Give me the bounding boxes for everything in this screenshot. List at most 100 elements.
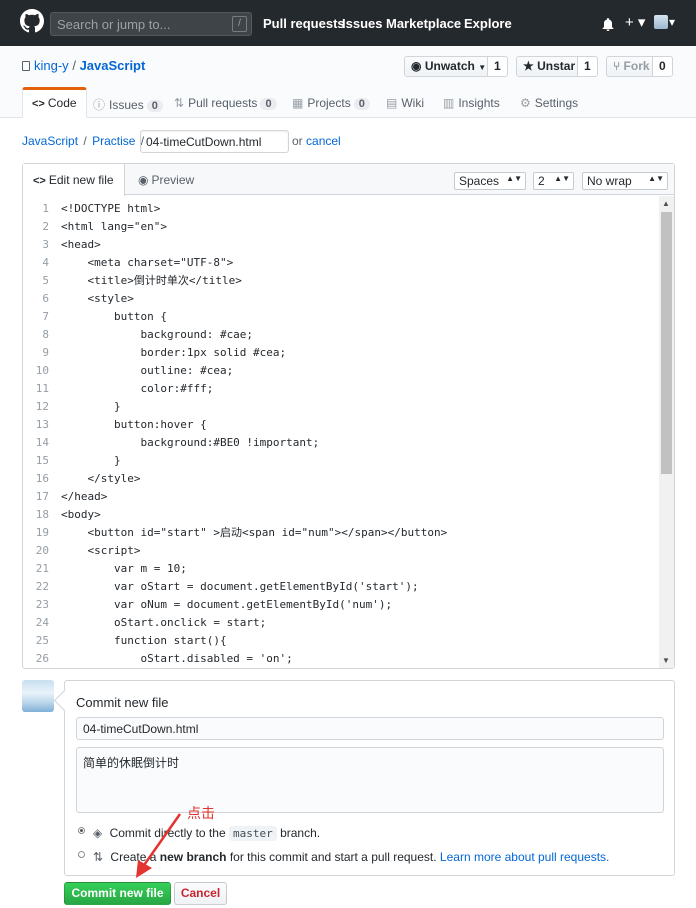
code-line[interactable]: <meta charset="UTF-8"> bbox=[61, 254, 447, 272]
nav-marketplace[interactable]: Marketplace bbox=[386, 16, 461, 31]
watchers-count[interactable]: 1 bbox=[487, 56, 508, 77]
code-line[interactable]: color:#fff; bbox=[61, 380, 447, 398]
code-line[interactable]: <body> bbox=[61, 506, 447, 524]
or-cancel: or cancel bbox=[292, 134, 341, 148]
code-line[interactable]: button { bbox=[61, 308, 447, 326]
learn-more-pull-requests-link[interactable]: Learn more about pull requests. bbox=[440, 850, 609, 864]
code-line[interactable]: </head> bbox=[61, 488, 447, 506]
code-line[interactable]: <title>倒计时单次</title> bbox=[61, 272, 447, 290]
code-line[interactable]: outline: #cea; bbox=[61, 362, 447, 380]
line-number: 25 bbox=[35, 634, 49, 647]
code-line[interactable]: var oStart = document.getElementById('st… bbox=[61, 578, 447, 596]
github-logo-icon[interactable] bbox=[20, 9, 44, 33]
code-line[interactable]: } bbox=[61, 452, 447, 470]
tab-edit-new-file[interactable]: <> Edit new file bbox=[23, 164, 125, 196]
wrap-mode-select[interactable]: No wrap ▲▼ bbox=[582, 172, 668, 190]
code-line[interactable]: <head> bbox=[61, 236, 447, 254]
fork-button[interactable]: ⑂ Fork bbox=[606, 56, 657, 77]
tab-wiki[interactable]: ▤ Wiki bbox=[386, 87, 424, 118]
code-line[interactable]: <style> bbox=[61, 290, 447, 308]
line-number: 5 bbox=[42, 274, 49, 287]
search-input[interactable]: Search or jump to... / bbox=[50, 12, 252, 36]
notifications-bell-icon[interactable] bbox=[602, 18, 614, 31]
star-icon: ★ bbox=[523, 59, 534, 73]
tab-projects-label: Projects bbox=[307, 96, 351, 110]
repo-owner-link[interactable]: king-y bbox=[34, 58, 69, 73]
file-editor: <> Edit new file ◉ Preview Spaces ▲▼ 2 ▲▼ No… bbox=[22, 163, 675, 669]
tab-issues-label: Issues bbox=[109, 98, 144, 112]
code-area[interactable]: 1 2 3 4 5 6 7 8 9 10 11 12 13 14 15 16 17 18 19 20 21 22 23 24 2… bbox=[23, 196, 674, 668]
line-number-gutter: 1 2 3 4 5 6 7 8 9 10 11 12 13 14 15 16 17 18 19 20 21 22 23 24 2… bbox=[23, 200, 49, 668]
code-line[interactable]: background:#BE0 !important; bbox=[61, 434, 447, 452]
code-line[interactable]: background: #cae; bbox=[61, 326, 447, 344]
tab-insights-label: Insights bbox=[458, 96, 500, 110]
code-line[interactable]: <!DOCTYPE html> bbox=[61, 200, 447, 218]
scroll-up-icon[interactable]: ▲ bbox=[662, 199, 670, 208]
fork-icon: ⑂ bbox=[613, 59, 621, 73]
nav-explore[interactable]: Explore bbox=[464, 16, 512, 31]
repo-book-icon bbox=[22, 61, 30, 71]
editor-vertical-scrollbar[interactable]: ▲ ▼ bbox=[659, 196, 674, 668]
edit-tab-label: Edit new file bbox=[48, 173, 114, 187]
tab-projects[interactable]: ▦ Projects 0 bbox=[292, 87, 370, 118]
breadcrumb-repo-link[interactable]: JavaScript bbox=[22, 134, 78, 148]
code-line[interactable]: oStart.disabled = 'on'; bbox=[61, 650, 447, 668]
code-lines[interactable]: <!DOCTYPE html> <html lang="en"> <head> <m… bbox=[61, 200, 447, 668]
line-number: 23 bbox=[35, 598, 49, 611]
user-menu-caret-icon[interactable]: ▾ bbox=[669, 15, 675, 29]
tab-insights[interactable]: ▥ Insights bbox=[443, 87, 500, 118]
nav-pull-requests[interactable]: Pull requests bbox=[263, 16, 345, 31]
projects-counter: 0 bbox=[353, 98, 370, 110]
indent-mode-select[interactable]: Spaces ▲▼ bbox=[454, 172, 526, 190]
code-line[interactable]: <button id="start" >启动<span id="num"></s… bbox=[61, 524, 447, 542]
line-number: 18 bbox=[35, 508, 49, 521]
unstar-button[interactable]: ★ Unstar bbox=[516, 56, 583, 77]
select-arrows-icon: ▲▼ bbox=[506, 174, 522, 183]
line-number: 11 bbox=[35, 382, 49, 395]
select-arrows-icon: ▲▼ bbox=[554, 174, 570, 183]
code-line[interactable]: </style> bbox=[61, 470, 447, 488]
unwatch-button[interactable]: ◉ Unwatch ▼ bbox=[404, 56, 494, 77]
filename-input[interactable]: 04-timeCutDown.html bbox=[140, 130, 289, 153]
commit-directly-radio[interactable] bbox=[78, 827, 85, 834]
line-number: 7 bbox=[42, 310, 49, 323]
new-branch-radio[interactable] bbox=[78, 851, 85, 858]
cancel-link[interactable]: cancel bbox=[306, 134, 341, 148]
tab-issues[interactable]: ⓘ Issues 0 bbox=[93, 87, 163, 118]
repo-title: king-y / JavaScript bbox=[22, 58, 145, 73]
tab-code[interactable]: <> Code bbox=[22, 87, 87, 118]
code-line[interactable]: function start(){ bbox=[61, 632, 447, 650]
line-number: 2 bbox=[42, 220, 49, 233]
cancel-button[interactable]: Cancel bbox=[174, 882, 227, 905]
tab-preview[interactable]: ◉ Preview bbox=[128, 164, 204, 195]
scroll-down-icon[interactable]: ▼ bbox=[662, 656, 670, 665]
breadcrumb-folder-link[interactable]: Practise bbox=[92, 134, 135, 148]
tab-pulls-label: Pull requests bbox=[188, 96, 258, 110]
line-number: 6 bbox=[42, 292, 49, 305]
commit-summary-input[interactable]: 04-timeCutDown.html bbox=[76, 717, 664, 740]
code-line[interactable]: <html lang="en"> bbox=[61, 218, 447, 236]
forks-count[interactable]: 0 bbox=[652, 56, 673, 77]
code-line[interactable]: } bbox=[61, 398, 447, 416]
code-line[interactable]: button:hover { bbox=[61, 416, 447, 434]
nav-issues[interactable]: Issues bbox=[342, 16, 382, 31]
commit-description-textarea[interactable]: 简单的休眠倒计时 bbox=[76, 747, 664, 813]
code-line[interactable]: oStart.onclick = start; bbox=[61, 614, 447, 632]
create-new-plus-icon[interactable]: + ▾ bbox=[625, 13, 645, 31]
book-icon: ▤ bbox=[386, 96, 398, 110]
code-line[interactable]: <script> bbox=[61, 542, 447, 560]
commit-new-file-button[interactable]: Commit new file bbox=[64, 882, 171, 905]
tab-pull-requests[interactable]: ⇅ Pull requests 0 bbox=[174, 87, 277, 118]
code-line[interactable]: var m = 10; bbox=[61, 560, 447, 578]
line-number: 13 bbox=[35, 418, 49, 431]
code-line[interactable]: border:1px solid #cea; bbox=[61, 344, 447, 362]
tab-settings[interactable]: ⚙ Settings bbox=[520, 87, 578, 118]
indent-size-select[interactable]: 2 ▲▼ bbox=[533, 172, 574, 190]
scrollbar-thumb[interactable] bbox=[661, 212, 672, 474]
line-number: 14 bbox=[35, 436, 49, 449]
indent-size-value: 2 bbox=[538, 174, 545, 188]
code-line[interactable]: var oNum = document.getElementById('num'… bbox=[61, 596, 447, 614]
repo-name-link[interactable]: JavaScript bbox=[80, 58, 146, 73]
user-avatar[interactable] bbox=[654, 15, 668, 29]
stargazers-count[interactable]: 1 bbox=[577, 56, 598, 77]
